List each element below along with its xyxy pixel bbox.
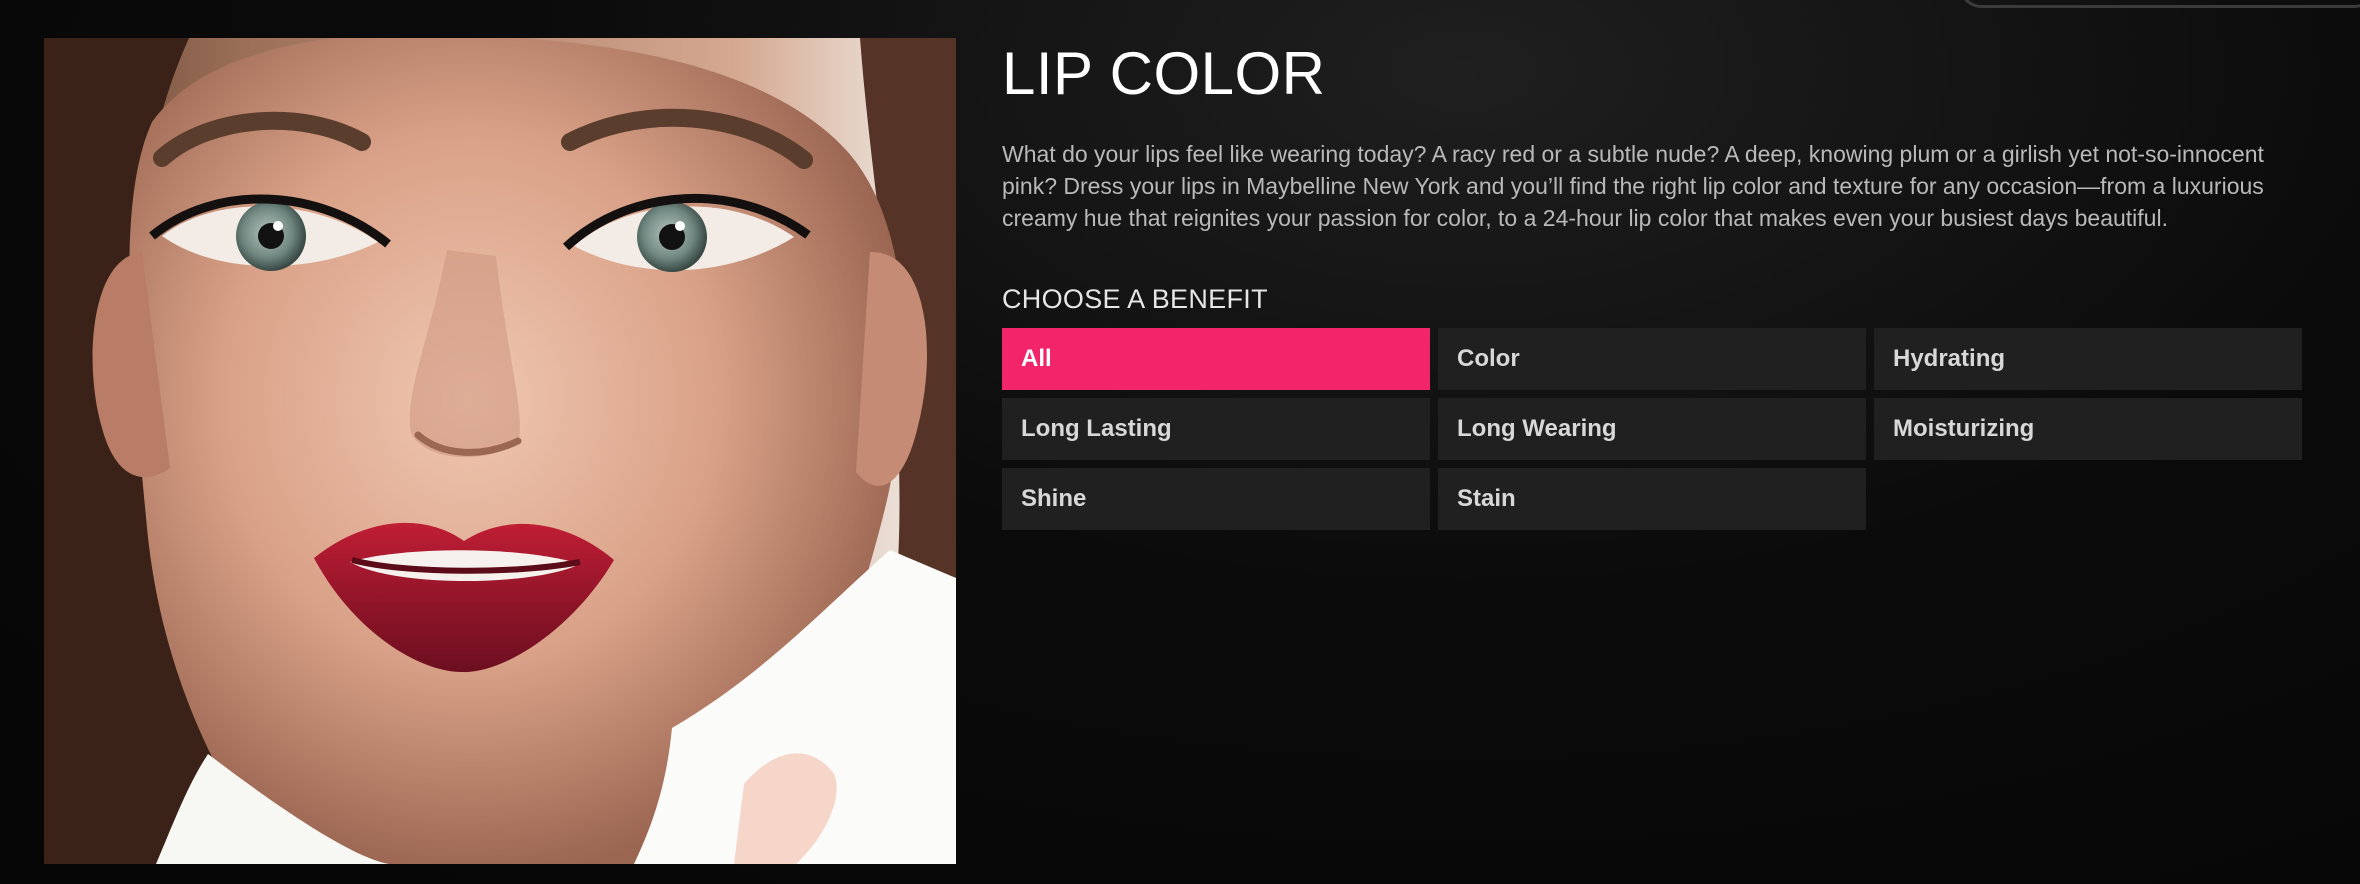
page-title: LIP COLOR (1002, 40, 1326, 107)
hero-model-image (44, 38, 956, 864)
benefit-heading: CHOOSE A BENEFIT (1002, 284, 1268, 314)
benefit-button-color[interactable]: Color (1438, 328, 1866, 390)
top-search-pill[interactable] (1958, 0, 2360, 8)
lip-color-content: LIP COLOR What do your lips feel like we… (1002, 38, 2312, 530)
lip-color-page: LIP COLOR What do your lips feel like we… (0, 0, 2360, 884)
benefit-button-moisturizing[interactable]: Moisturizing (1874, 398, 2302, 460)
benefit-button-stain[interactable]: Stain (1438, 468, 1866, 530)
benefit-button-long-lasting[interactable]: Long Lasting (1002, 398, 1430, 460)
benefit-button-all[interactable]: All (1002, 328, 1430, 390)
benefit-button-hydrating[interactable]: Hydrating (1874, 328, 2302, 390)
benefit-button-shine[interactable]: Shine (1002, 468, 1430, 530)
benefit-filter-grid: All Color Hydrating Long Lasting Long We… (1002, 328, 2312, 530)
page-description: What do your lips feel like wearing toda… (1002, 141, 2264, 231)
benefit-button-long-wearing[interactable]: Long Wearing (1438, 398, 1866, 460)
